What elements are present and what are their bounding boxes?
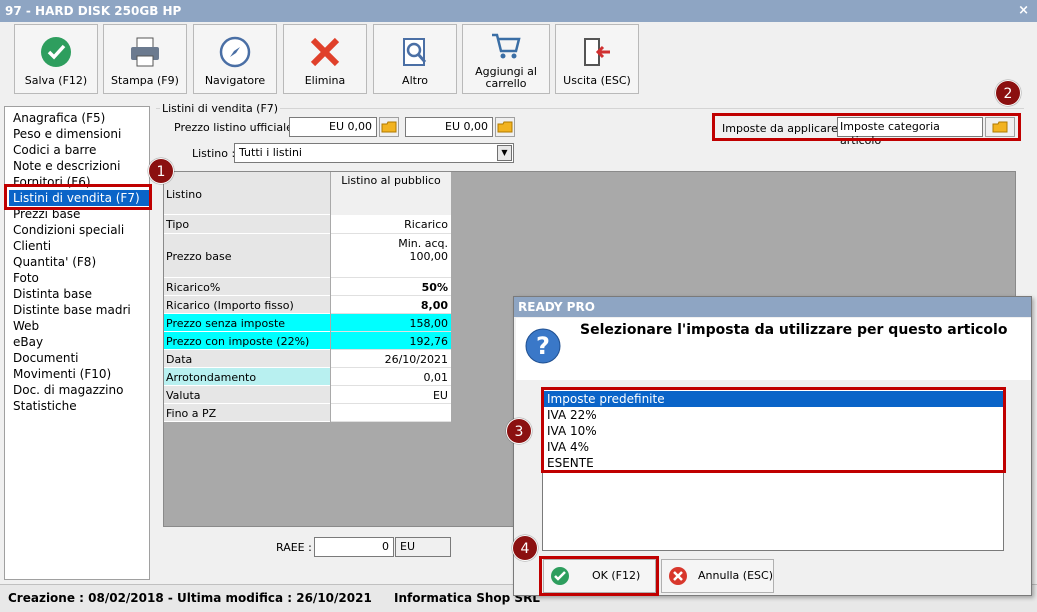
annotation-box-nav — [4, 184, 152, 210]
grid-row-label: Arrotondamento — [164, 368, 330, 386]
dialog-message: Selezionare l'imposta da utilizzare per … — [580, 322, 1008, 338]
grid-row-label: Valuta — [164, 386, 330, 404]
grid-cell[interactable] — [331, 404, 451, 422]
nav-item[interactable]: Distinte base madri — [11, 302, 149, 318]
raee-unit: EU — [395, 537, 451, 557]
prezzo-label: Prezzo listino ufficiale : — [174, 121, 301, 134]
nav-item[interactable]: Movimenti (F10) — [11, 366, 149, 382]
nav-item[interactable]: Codici a barre — [11, 142, 149, 158]
grid-cell-line: 100,00 — [409, 250, 449, 263]
salva-label: Salva (F12) — [24, 74, 88, 87]
grid-cell[interactable]: EU — [331, 386, 451, 404]
grid-row-label: Prezzo con imposte (22%) — [164, 332, 330, 350]
uscita-label: Uscita (ESC) — [563, 74, 631, 87]
grid-cell-line: Min. acq. — [398, 237, 448, 250]
toolbar: Salva (F12) Stampa (F9) Navigatore Elimi… — [0, 22, 1037, 98]
nav-item[interactable]: Doc. di magazzino — [11, 382, 149, 398]
listino-value: Tutti i listini — [239, 146, 302, 159]
window-titlebar: 97 - HARD DISK 250GB HP × — [0, 0, 1037, 22]
listino-select[interactable]: Tutti i listini ▼ — [234, 143, 514, 163]
status-dates: Creazione : 08/02/2018 - Ultima modifica… — [8, 591, 372, 605]
annulla-button[interactable]: Annulla (ESC) — [661, 559, 774, 593]
altro-label: Altro — [402, 74, 428, 87]
annotation-badge-3: 3 — [506, 418, 532, 444]
grid-cell[interactable]: 192,76 — [331, 332, 451, 350]
nav-item[interactable]: Web — [11, 318, 149, 334]
printer-icon — [131, 37, 159, 67]
stampa-button[interactable]: Stampa (F9) — [103, 24, 187, 94]
navigatore-label: Navigatore — [204, 74, 266, 87]
grid-cell[interactable]: Min. acq. 100,00 — [331, 234, 451, 278]
annulla-label: Annulla (ESC) — [698, 569, 773, 582]
compass-icon — [219, 36, 251, 68]
listino-label: Listino : — [192, 147, 236, 160]
raee-field[interactable]: 0 — [314, 537, 394, 557]
svg-text:?: ? — [536, 332, 550, 360]
search-document-icon — [403, 38, 427, 66]
elimina-label: Elimina — [304, 74, 346, 87]
annotation-badge-1: 1 — [148, 158, 174, 184]
folder-button-2[interactable] — [495, 117, 515, 137]
aggiungi-carrello-button[interactable]: Aggiungi al carrello — [462, 24, 550, 94]
grid-header-left: Listino — [164, 172, 330, 215]
nav-item[interactable]: Clienti — [11, 238, 149, 254]
folder-icon — [497, 121, 513, 133]
grid-row-label: Fino a PZ — [164, 404, 330, 422]
annotation-badge-2: 2 — [995, 80, 1021, 106]
altro-button[interactable]: Altro — [373, 24, 457, 94]
group-divider — [156, 108, 1024, 109]
folder-button-1[interactable] — [379, 117, 399, 137]
cart-icon — [492, 33, 521, 59]
raee-label: RAEE : — [276, 541, 312, 554]
annotation-box-options — [541, 387, 1006, 473]
prezzo-field-1[interactable]: EU 0,00 — [289, 117, 377, 137]
grid-row-label: Tipo — [164, 215, 330, 234]
grid-row-label: Prezzo base — [164, 234, 330, 278]
grid-row-label: Data — [164, 350, 330, 368]
group-title: Listini di vendita (F7) — [160, 102, 281, 115]
delete-x-icon — [310, 37, 340, 67]
cancel-icon — [669, 567, 687, 585]
nav-item[interactable]: Anagrafica (F5) — [11, 110, 149, 126]
grid-cell[interactable]: 8,00 — [331, 296, 451, 314]
nav-item[interactable]: eBay — [11, 334, 149, 350]
uscita-button[interactable]: Uscita (ESC) — [555, 24, 639, 94]
section-nav: Anagrafica (F5) Peso e dimensioni Codici… — [4, 106, 150, 580]
folder-icon — [381, 121, 397, 133]
grid-column-header: Listino al pubblico — [331, 172, 451, 215]
grid-cell[interactable]: 26/10/2021 — [331, 350, 451, 368]
exit-door-icon — [584, 38, 610, 66]
nav-item[interactable]: Quantita' (F8) — [11, 254, 149, 270]
nav-item[interactable]: Note e descrizioni — [11, 158, 149, 174]
window-title: 97 - HARD DISK 250GB HP — [5, 4, 182, 18]
tax-selection-dialog: READY PRO ? Selezionare l'imposta da uti… — [513, 296, 1032, 596]
annotation-badge-4: 4 — [512, 535, 538, 561]
stampa-label: Stampa (F9) — [111, 74, 179, 87]
grid-row-label: Ricarico (Importo fisso) — [164, 296, 330, 314]
nav-item[interactable]: Distinta base — [11, 286, 149, 302]
grid-cell[interactable]: 50% — [331, 278, 451, 296]
grid-cell[interactable]: 158,00 — [331, 314, 451, 332]
carrello-label-2: carrello — [485, 77, 527, 90]
salva-button[interactable]: Salva (F12) — [14, 24, 98, 94]
annotation-box-imposte — [712, 113, 1021, 141]
nav-item[interactable]: Condizioni speciali — [11, 222, 149, 238]
nav-item[interactable]: Foto — [11, 270, 149, 286]
chevron-down-icon[interactable]: ▼ — [497, 145, 512, 161]
dialog-title: READY PRO — [514, 297, 1031, 317]
close-icon[interactable]: × — [1018, 0, 1029, 22]
question-icon: ? — [525, 328, 561, 364]
nav-item[interactable]: Peso e dimensioni — [11, 126, 149, 142]
nav-item[interactable]: Documenti — [11, 350, 149, 366]
grid-cell[interactable]: 0,01 — [331, 368, 451, 386]
annotation-box-ok — [539, 556, 659, 596]
nav-item[interactable]: Statistiche — [11, 398, 149, 414]
grid-row-label: Ricarico% — [164, 278, 330, 296]
navigatore-button[interactable]: Navigatore — [193, 24, 277, 94]
grid-row-label: Prezzo senza imposte — [164, 314, 330, 332]
grid-cell[interactable]: Ricarico — [331, 215, 451, 234]
prezzo-field-2[interactable]: EU 0,00 — [405, 117, 493, 137]
check-icon — [41, 37, 71, 67]
elimina-button[interactable]: Elimina — [283, 24, 367, 94]
